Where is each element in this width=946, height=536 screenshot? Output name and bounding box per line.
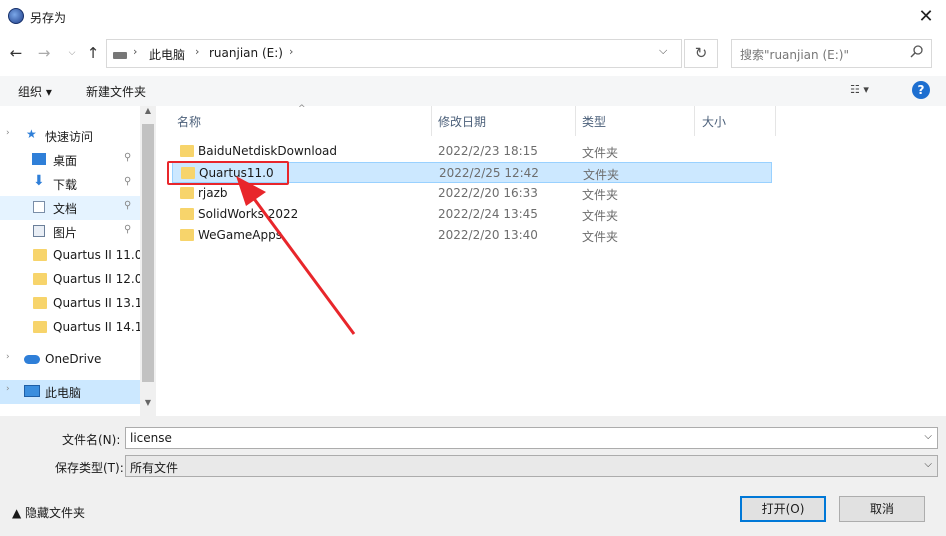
open-button[interactable]: 打开(O) bbox=[740, 496, 826, 522]
chevron-down-icon[interactable]: ⌵ bbox=[924, 431, 932, 442]
chevron-down-icon[interactable]: ⌵ bbox=[924, 459, 932, 470]
filename-label: 文件名(N): bbox=[62, 433, 121, 447]
save-options-panel: 文件名(N): license ⌵ 保存类型(T): 所有文件 ⌵ ▲ 隐藏文件… bbox=[0, 416, 946, 536]
filetype-value: 所有文件 bbox=[130, 461, 179, 475]
filename-field[interactable]: license ⌵ bbox=[125, 427, 938, 449]
filename-value: license bbox=[130, 431, 172, 445]
filetype-select[interactable]: 所有文件 ⌵ bbox=[125, 455, 938, 477]
cancel-button[interactable]: 取消 bbox=[839, 496, 925, 522]
hide-folders-toggle[interactable]: ▲ 隐藏文件夹 bbox=[12, 504, 85, 521]
filetype-label: 保存类型(T): bbox=[55, 461, 124, 475]
